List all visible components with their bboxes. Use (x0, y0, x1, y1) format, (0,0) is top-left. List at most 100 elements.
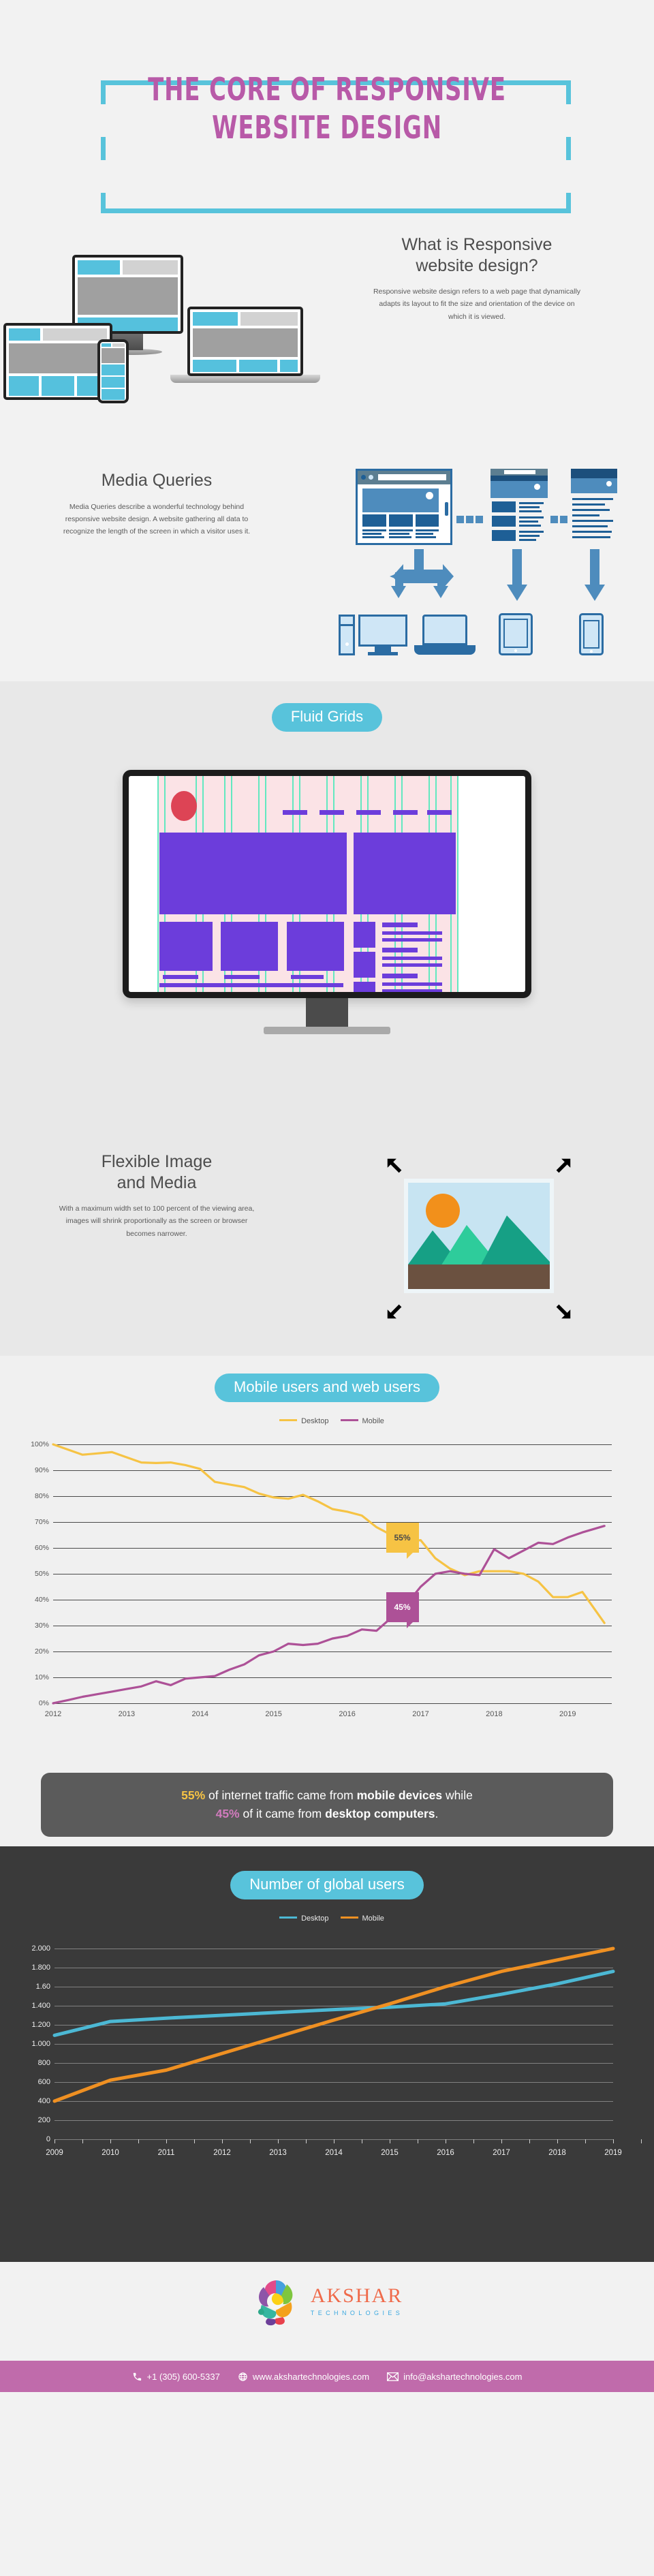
mobile-users-chart: 0% 10% 20% 30% 40% 50% 60% 70% 80% 90% 100% 2012 201… (0, 1438, 654, 1758)
monitor-neck (306, 998, 348, 1027)
phone-device-icon (579, 613, 604, 655)
y-axis-tick-label: 200 (37, 2116, 50, 2124)
what-is-responsive-heading: What is Responsive website design? (334, 234, 620, 276)
down-arrow-icon (507, 549, 527, 601)
photo-thumbnail (404, 1179, 554, 1293)
flexible-image-heading: Flexible Image and Media (14, 1151, 300, 1193)
y-axis-tick-label: 1.400 (31, 2002, 50, 2010)
y-axis-tick-label: 1.200 (31, 2021, 50, 2029)
akshar-peacock-logo-icon (251, 2276, 301, 2326)
chart-annotation-45: 45% (386, 1592, 419, 1629)
connector-dot (456, 516, 464, 523)
global-users-chart: 0 200 400 600 800 1.000 1.200 1.400 1.60 1.800 2.0… (0, 1944, 654, 2173)
chart-series-layer (52, 1946, 615, 2103)
footer-section: AKSHAR TECHNOLOGIES +1 (305) 600-5337 ww… (0, 2262, 654, 2392)
global-users-pill-label: Number of global users (230, 1871, 424, 1900)
x-axis-tick-label: 2015 (381, 2149, 399, 2157)
brand-tagline: TECHNOLOGIES (310, 2309, 404, 2316)
x-axis-tick-label: 2018 (486, 1710, 503, 1718)
x-axis-tick-label: 2019 (559, 1710, 576, 1718)
what-is-responsive-copy: What is Responsive website design? Respo… (334, 234, 620, 323)
legend-label-desktop: Desktop (301, 1417, 329, 1426)
x-axis-tick-label: 2014 (191, 1710, 209, 1718)
y-axis-tick-label: 800 (37, 2059, 50, 2067)
x-axis-tick-mark (557, 2139, 558, 2143)
arrow-down-left-icon (387, 1304, 402, 1319)
y-axis-tick-label: 600 (37, 2078, 50, 2086)
x-axis-tick-label: 2018 (548, 2149, 566, 2157)
fluid-grids-pill-label: Fluid Grids (271, 703, 383, 732)
x-axis-tick-mark (641, 2139, 642, 2143)
tablet-device-icon (499, 613, 533, 655)
title-section: THE CORE OF RESPONSIVE WEBSITE DESIGN (0, 0, 654, 225)
y-axis-tick-label: 1.60 (35, 1983, 50, 1991)
phone-icon (133, 2372, 141, 2380)
contact-email[interactable]: info@akshartechnologies.com (387, 2372, 522, 2382)
legend-key-desktop (279, 1419, 298, 1422)
desktop-screen-icon (358, 615, 407, 647)
infographic-page: THE CORE OF RESPONSIVE WEBSITE DESIGN Wh… (0, 0, 654, 2576)
banner-text-1: of internet traffic came from (205, 1788, 357, 1802)
x-axis-tick-mark (54, 2139, 55, 2143)
connector-dot (550, 516, 558, 523)
y-axis-tick-label: 10% (34, 1673, 49, 1681)
banner-bold-mobile: mobile devices (356, 1788, 443, 1802)
chart2-legend: Desktop Mobile (0, 1914, 654, 1923)
y-axis-tick-label: 2.000 (31, 1944, 50, 1953)
brand-wordmark: AKSHAR TECHNOLOGIES (310, 2284, 404, 2316)
y-axis-tick-label: 50% (34, 1570, 49, 1578)
devices-illustration (3, 252, 320, 409)
y-axis-tick-label: 0% (38, 1699, 49, 1707)
brand-name: AKSHAR (310, 2284, 403, 2307)
connector-dot (560, 516, 567, 523)
x-axis-tick-mark (613, 2139, 614, 2143)
fluid-grids-section: Fluid Grids (0, 681, 654, 1131)
traffic-share-banner: 55% of internet traffic came from mobile… (41, 1773, 613, 1837)
chart1-plot-area: 0% 10% 20% 30% 40% 50% 60% 70% 80% 90% 100% 2012 201… (31, 1440, 612, 1718)
mobile-users-section: Mobile users and web users Desktop Mobil… (0, 1356, 654, 1846)
media-queries-copy: Media Queries Media Queries describe a w… (14, 470, 300, 538)
brand-logo: AKSHAR TECHNOLOGIES (0, 2276, 654, 2326)
x-axis-tick-mark (166, 2139, 167, 2143)
x-axis-tick-mark (306, 2139, 307, 2143)
x-axis-tick-label: 2019 (604, 2149, 622, 2157)
y-axis-tick-label: 90% (34, 1466, 49, 1474)
contact-website[interactable]: www.akshartechnologies.com (238, 2372, 369, 2382)
heading-line-1: What is Responsive (401, 235, 552, 254)
arrow-up-right-icon (556, 1158, 571, 1173)
resizable-image-illustration (351, 1148, 610, 1339)
x-axis-tick-mark (222, 2139, 223, 2143)
envelope-icon (387, 2372, 399, 2381)
wireframe-phone (571, 469, 617, 544)
x-axis-tick-label: 2016 (339, 1710, 356, 1718)
monitor-bezel (123, 770, 531, 998)
media-queries-section: Media Queries Media Queries describe a w… (0, 456, 654, 681)
y-axis-tick-label: 40% (34, 1596, 49, 1604)
arrow-down-right-icon (556, 1304, 571, 1319)
tower-pc-icon (339, 615, 355, 655)
x-axis-tick-label: 2017 (412, 1710, 429, 1718)
desktop-foot (368, 652, 398, 655)
x-axis-tick-mark (138, 2139, 139, 2143)
laptop-screen-icon (422, 615, 467, 645)
x-axis-tick-mark (250, 2139, 251, 2143)
contact-phone[interactable]: +1 (305) 600-5337 (132, 2372, 220, 2382)
contact-bar: +1 (305) 600-5337 www.akshartechnologies… (0, 2361, 654, 2392)
title-line-1: THE CORE OF RESPONSIVE (148, 71, 506, 108)
legend-label-mobile: Mobile (362, 1417, 384, 1426)
tablet-icon (3, 323, 112, 400)
flexible-image-body: With a maximum width set to 100 percent … (59, 1205, 255, 1238)
laptop-keyboard (414, 645, 476, 655)
legend-key-mobile (340, 1917, 358, 1919)
media-queries-heading: Media Queries (101, 471, 213, 490)
banner-value-55: 55% (181, 1788, 206, 1802)
x-axis-tick-label: 2012 (44, 1710, 62, 1718)
fluid-grid-monitor (123, 770, 531, 1034)
heading-line-2: and Media (116, 1173, 197, 1192)
x-axis-tick-label: 2014 (325, 2149, 343, 2157)
chart2-plot-area: 0 200 400 600 800 1.000 1.200 1.400 1.60 1.800 2.0… (31, 1944, 642, 2157)
y-axis-tick-label: 400 (37, 2097, 50, 2105)
wireframe-desktop (356, 469, 452, 545)
monitor-screen (129, 776, 525, 992)
x-axis-tick-label: 2013 (269, 2149, 287, 2157)
